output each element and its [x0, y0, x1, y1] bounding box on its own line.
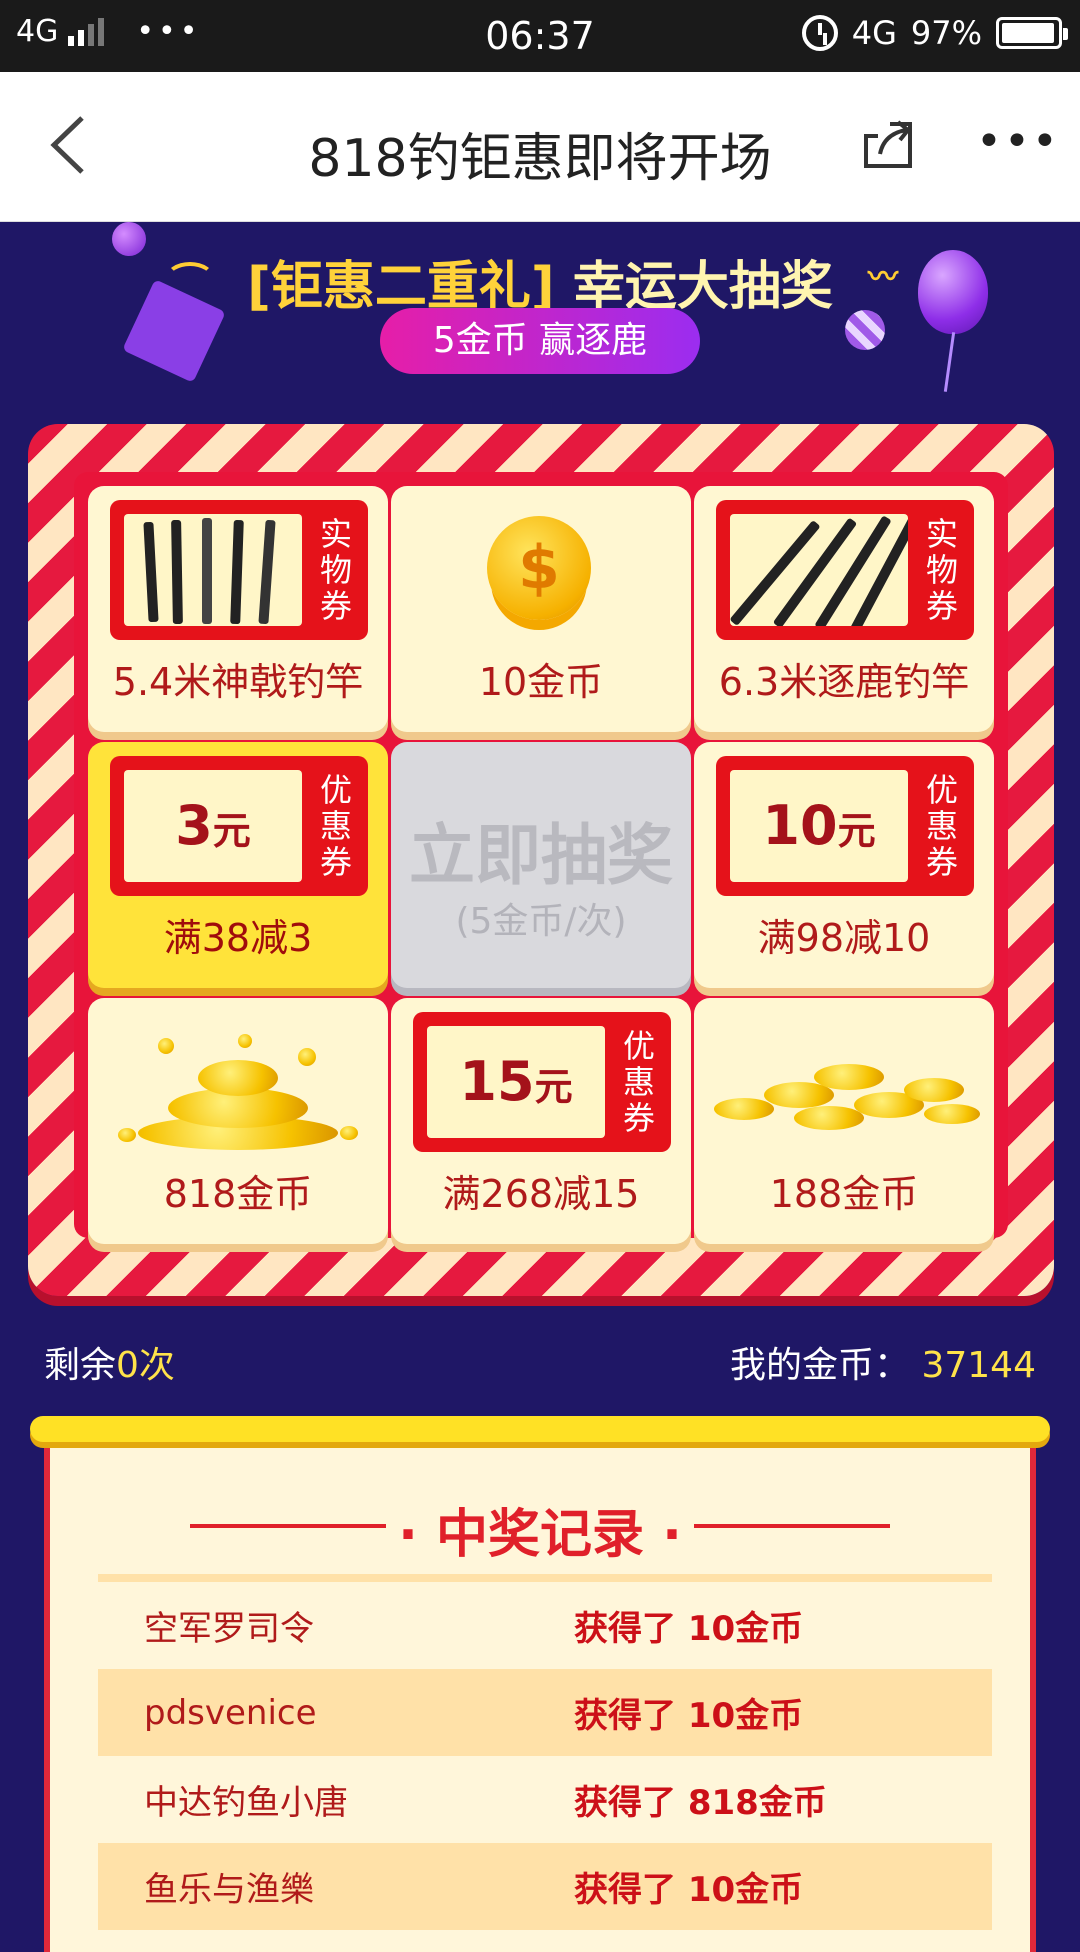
coupon-ticket: 实物券 [110, 500, 368, 640]
winner-prize: 获得了 818金币 [574, 1783, 827, 1823]
coin-pile-icon [118, 1034, 358, 1158]
prize-label: 6.3米逐鹿钓竿 [718, 660, 970, 704]
list-item: 中达钓鱼小唐 获得了 818金币 [98, 1756, 992, 1843]
more-menu-icon[interactable]: ••• [976, 112, 1058, 172]
prize-label: 5.4米神戟钓竿 [112, 660, 364, 704]
prize-cell-coupon-10: 10元 优惠券 满98减10 [694, 742, 994, 988]
coupon-tag: 实物券 [925, 515, 958, 625]
winner-name: 鱼乐与渔樂 [144, 1870, 314, 1910]
lottery-board: 实物券 5.4米神戟钓竿 $ 10金币 实物券 6.3米逐鹿钓竿 3元 优惠券 … [28, 424, 1054, 1296]
coin-scatter-icon [704, 1058, 984, 1138]
draw-button[interactable]: 立即抽奖 (5金币/次) [391, 742, 691, 988]
winner-name: pdsvenice [144, 1692, 317, 1733]
coupon-amount: 15元 [459, 1050, 573, 1113]
coins-label: 我的金币： [730, 1345, 911, 1386]
prize-label: 满268减15 [442, 1172, 640, 1216]
list-item: pdsvenice 获得了 10金币 [98, 1669, 992, 1756]
gold-coin-icon: $ [487, 516, 591, 620]
rod-image [124, 514, 302, 626]
coupon-face: 10元 [730, 770, 908, 882]
scroll-top-bar [30, 1416, 1050, 1442]
status-right: 4G 97% [801, 14, 1068, 52]
winner-prize: 获得了 10金币 [574, 1609, 804, 1649]
prize-cell-coupon-3: 3元 优惠券 满38减3 [88, 742, 388, 988]
coupon-amount: 10元 [762, 794, 876, 857]
battery-icon [996, 17, 1068, 49]
coupon-ticket: 15元 优惠券 [413, 1012, 671, 1152]
winner-prize: 获得了 10金币 [574, 1696, 804, 1736]
nav-bar: 818钓钜惠即将开场 ••• [0, 72, 1080, 222]
prize-cell-10-coins: $ 10金币 [391, 486, 691, 732]
coupon-ticket: 3元 优惠券 [110, 756, 368, 896]
banner-subtitle: 5金币 赢逐鹿 [380, 308, 700, 374]
prize-cell-rod-6-3m: 实物券 6.3米逐鹿钓竿 [694, 486, 994, 732]
alarm-icon [801, 15, 838, 51]
draw-cost-label: (5金币/次) [455, 901, 627, 942]
coupon-ticket: 10元 优惠券 [716, 756, 974, 896]
winners-list: 空军罗司令 获得了 10金币 pdsvenice 获得了 10金币 中达钓鱼小唐… [98, 1574, 992, 1930]
coupon-face: 3元 [124, 770, 302, 882]
coupon-tag: 实物券 [319, 515, 352, 625]
prize-label: 满98减10 [757, 916, 931, 960]
prize-label: 188金币 [769, 1172, 919, 1216]
coupon-ticket: 实物券 [716, 500, 974, 640]
coupon-tag: 优惠券 [622, 1027, 655, 1137]
promo-banner: 〰 [钜惠二重礼] 幸运大抽奖 5金币 赢逐鹿 [0, 222, 1080, 422]
winner-name: 空军罗司令 [144, 1609, 314, 1649]
prize-label: 10金币 [478, 660, 604, 704]
prize-cell-coupon-15: 15元 优惠券 满268减15 [391, 998, 691, 1244]
balloon-string [943, 332, 956, 392]
coupon-tag: 优惠券 [319, 771, 352, 881]
prize-cell-188-coins: 188金币 [694, 998, 994, 1244]
lottery-grid: 实物券 5.4米神戟钓竿 $ 10金币 实物券 6.3米逐鹿钓竿 3元 优惠券 … [74, 472, 1008, 1244]
draw-button-label: 立即抽奖 [409, 817, 673, 894]
network-right-label: 4G [851, 14, 897, 52]
coupon-amount: 3元 [175, 794, 251, 857]
winner-prize: 获得了 10金币 [574, 1870, 804, 1910]
coupon-tag: 优惠券 [925, 771, 958, 881]
prize-label: 818金币 [163, 1172, 313, 1216]
remaining-draws: 剩余0次 [44, 1336, 175, 1388]
prize-cell-818-coins: 818金币 [88, 998, 388, 1244]
winners-title: · 中奖记录 · [398, 1505, 682, 1565]
coupon-face: 15元 [427, 1026, 605, 1138]
winners-panel: · 中奖记录 · 空军罗司令 获得了 10金币 pdsvenice 获得了 10… [44, 1432, 1036, 1952]
share-icon[interactable] [860, 118, 916, 174]
remaining-prefix: 剩余 [44, 1345, 117, 1386]
coins-value: 37144 [921, 1345, 1036, 1386]
remaining-count: 0次 [116, 1345, 175, 1386]
prize-label: 满38减3 [163, 916, 313, 960]
battery-percent: 97% [910, 14, 982, 52]
list-top-border [98, 1574, 992, 1582]
list-item: 鱼乐与渔樂 获得了 10金币 [98, 1843, 992, 1930]
my-coins: 我的金币： 37144 [730, 1336, 1036, 1388]
page-title: 818钓钜惠即将开场 [308, 129, 772, 189]
prize-cell-rod-5-4m: 实物券 5.4米神戟钓竿 [88, 486, 388, 732]
winner-name: 中达钓鱼小唐 [144, 1783, 348, 1823]
list-item: 空军罗司令 获得了 10金币 [98, 1582, 992, 1669]
rod-image [730, 514, 908, 626]
status-bar: 4G ••• 06:37 4G 97% [0, 0, 1080, 72]
